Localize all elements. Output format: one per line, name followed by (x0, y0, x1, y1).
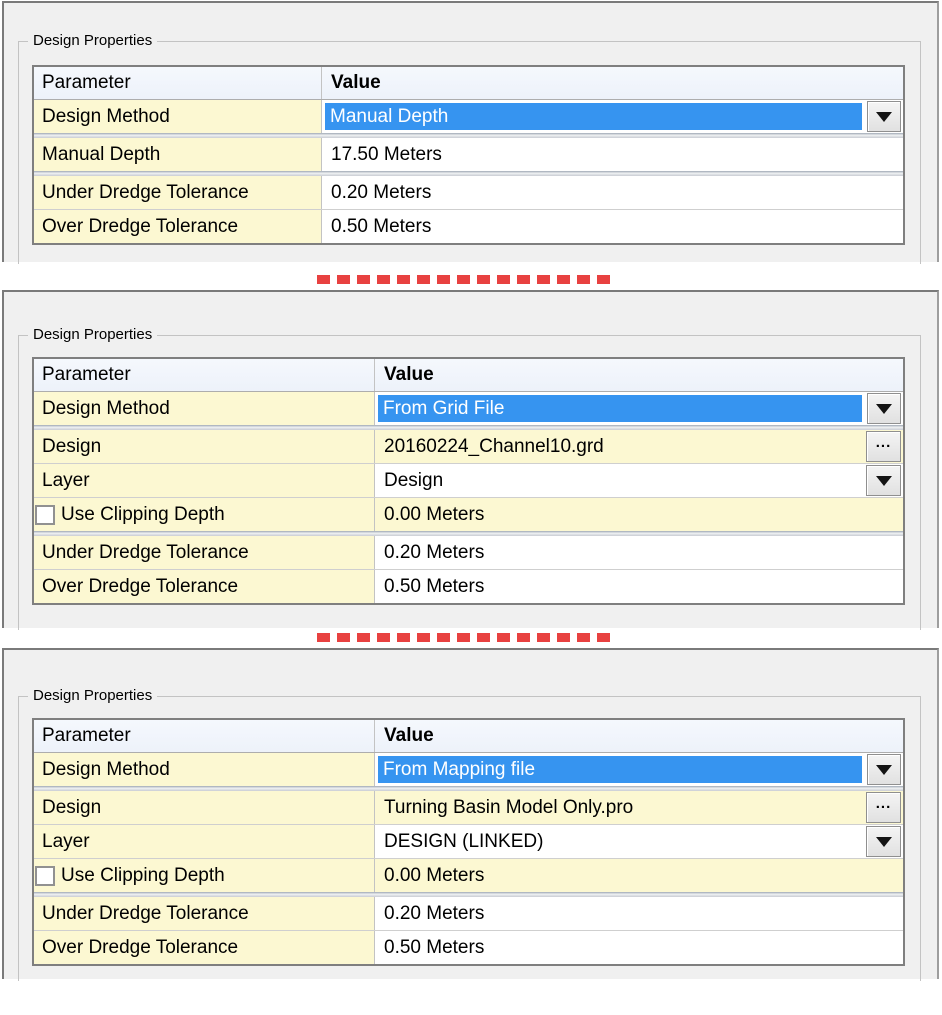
value-clipping-depth[interactable]: 0.00 Meters (375, 859, 903, 892)
param-under-dredge-tolerance: Under Dredge Tolerance (34, 176, 322, 209)
design-method-combobox[interactable]: Manual Depth (323, 101, 901, 132)
table-row: Manual Depth 17.50 Meters (34, 138, 903, 171)
value-column-header: Value (384, 364, 434, 385)
value-over-dredge-tolerance[interactable]: 0.50 Meters (322, 210, 903, 243)
design-method-combobox[interactable]: From Grid File (376, 393, 901, 424)
groupbox-title: Design Properties (28, 32, 158, 50)
design-file-name: Turning Basin Model Only.pro (384, 796, 634, 818)
use-clipping-depth-label: Use Clipping Depth (61, 864, 225, 886)
design-file-name: 20160224_Channel10.grd (384, 435, 604, 457)
browse-file-button[interactable]: ... (866, 792, 901, 823)
screen: Design Properties Parameter Value Design… (0, 0, 942, 1015)
chevron-down-icon (876, 111, 892, 122)
design-properties-window-1: Design Properties Parameter Value Design… (2, 1, 939, 264)
table-row: Design Method From Grid File (34, 392, 903, 425)
value-design-method-cell: From Mapping file (375, 753, 903, 786)
param-design-method: Design Method (34, 392, 375, 425)
value-design-method-cell: From Grid File (375, 392, 903, 425)
properties-table: Parameter Value Design Method Manual Dep… (32, 65, 905, 245)
param-layer: Layer (34, 825, 375, 858)
param-manual-depth: Manual Depth (34, 138, 322, 171)
value-layer-cell[interactable]: DESIGN (LINKED) (375, 825, 903, 858)
chevron-down-icon (876, 403, 892, 414)
param-over-dredge-tolerance: Over Dredge Tolerance (34, 210, 322, 243)
layer-dropdown-button[interactable] (866, 826, 901, 857)
chevron-down-icon (875, 475, 892, 486)
combobox-selected-value[interactable]: Manual Depth (323, 101, 864, 132)
parameter-column-header: Parameter (34, 359, 375, 391)
combobox-dropdown-button[interactable] (867, 101, 901, 132)
value-design-file[interactable]: Turning Basin Model Only.pro ... (375, 791, 903, 824)
param-over-dredge-tolerance: Over Dredge Tolerance (34, 931, 375, 964)
use-clipping-depth-label: Use Clipping Depth (61, 503, 225, 525)
table-row: Under Dredge Tolerance 0.20 Meters (34, 536, 903, 569)
layer-dropdown-button[interactable] (866, 465, 901, 496)
table-header-row: Parameter Value (34, 67, 903, 100)
combobox-dropdown-button[interactable] (867, 393, 901, 424)
table-row: Design Turning Basin Model Only.pro ... (34, 791, 903, 824)
param-use-clipping-depth: Use Clipping Depth (34, 498, 375, 531)
param-design: Design (34, 791, 375, 824)
use-clipping-depth-checkbox[interactable] (35, 504, 55, 525)
table-row: Use Clipping Depth 0.00 Meters (34, 859, 903, 892)
table-row: Under Dredge Tolerance 0.20 Meters (34, 897, 903, 930)
param-design-method: Design Method (34, 100, 322, 133)
combobox-dropdown-button[interactable] (867, 754, 901, 785)
combobox-selected-value[interactable]: From Grid File (376, 393, 864, 424)
groupbox-title: Design Properties (28, 687, 158, 705)
use-clipping-depth-checkbox[interactable] (35, 865, 55, 886)
table-row: Design Method From Mapping file (34, 753, 903, 786)
value-layer-cell[interactable]: Design (375, 464, 903, 497)
param-design: Design (34, 430, 375, 463)
layer-selected-value: Design (384, 469, 444, 491)
table-row: Layer Design (34, 464, 903, 497)
table-header-row: Parameter Value (34, 359, 903, 392)
value-over-dredge-tolerance[interactable]: 0.50 Meters (375, 931, 903, 964)
table-row: Over Dredge Tolerance 0.50 Meters (34, 570, 903, 603)
param-layer: Layer (34, 464, 375, 497)
table-row: Over Dredge Tolerance 0.50 Meters (34, 210, 903, 243)
table-header-row: Parameter Value (34, 720, 903, 753)
parameter-column-header: Parameter (34, 67, 322, 99)
param-over-dredge-tolerance: Over Dredge Tolerance (34, 570, 375, 603)
chevron-down-icon (876, 764, 892, 775)
value-under-dredge-tolerance[interactable]: 0.20 Meters (375, 897, 903, 930)
design-method-combobox[interactable]: From Mapping file (376, 754, 901, 785)
param-under-dredge-tolerance: Under Dredge Tolerance (34, 536, 375, 569)
red-dashed-separator (317, 633, 611, 642)
parameter-column-header: Parameter (34, 720, 375, 752)
table-row: Under Dredge Tolerance 0.20 Meters (34, 176, 903, 209)
param-under-dredge-tolerance: Under Dredge Tolerance (34, 897, 375, 930)
value-under-dredge-tolerance[interactable]: 0.20 Meters (322, 176, 903, 209)
combobox-selected-value[interactable]: From Mapping file (376, 754, 864, 785)
param-use-clipping-depth: Use Clipping Depth (34, 859, 375, 892)
layer-selected-value: DESIGN (LINKED) (384, 830, 544, 852)
value-column-header: Value (384, 725, 434, 746)
properties-table: Parameter Value Design Method From Grid … (32, 357, 905, 605)
value-column-header: Value (331, 72, 381, 93)
value-under-dredge-tolerance[interactable]: 0.20 Meters (375, 536, 903, 569)
value-design-method-cell: Manual Depth (322, 100, 903, 133)
value-design-file[interactable]: 20160224_Channel10.grd ... (375, 430, 903, 463)
chevron-down-icon (875, 836, 892, 847)
groupbox-title: Design Properties (28, 326, 158, 344)
param-design-method: Design Method (34, 753, 375, 786)
table-row: Over Dredge Tolerance 0.50 Meters (34, 931, 903, 964)
ellipsis-icon: ... (875, 795, 892, 812)
table-row: Use Clipping Depth 0.00 Meters (34, 498, 903, 531)
value-over-dredge-tolerance[interactable]: 0.50 Meters (375, 570, 903, 603)
ellipsis-icon: ... (875, 434, 892, 451)
value-clipping-depth[interactable]: 0.00 Meters (375, 498, 903, 531)
red-dashed-separator (317, 275, 611, 284)
table-row: Layer DESIGN (LINKED) (34, 825, 903, 858)
properties-table: Parameter Value Design Method From Mappi… (32, 718, 905, 966)
table-row: Design Method Manual Depth (34, 100, 903, 133)
value-manual-depth[interactable]: 17.50 Meters (322, 138, 903, 171)
browse-file-button[interactable]: ... (866, 431, 901, 462)
design-properties-window-3: Design Properties Parameter Value Design… (2, 648, 939, 981)
design-properties-window-2: Design Properties Parameter Value Design… (2, 290, 939, 630)
table-row: Design 20160224_Channel10.grd ... (34, 430, 903, 463)
